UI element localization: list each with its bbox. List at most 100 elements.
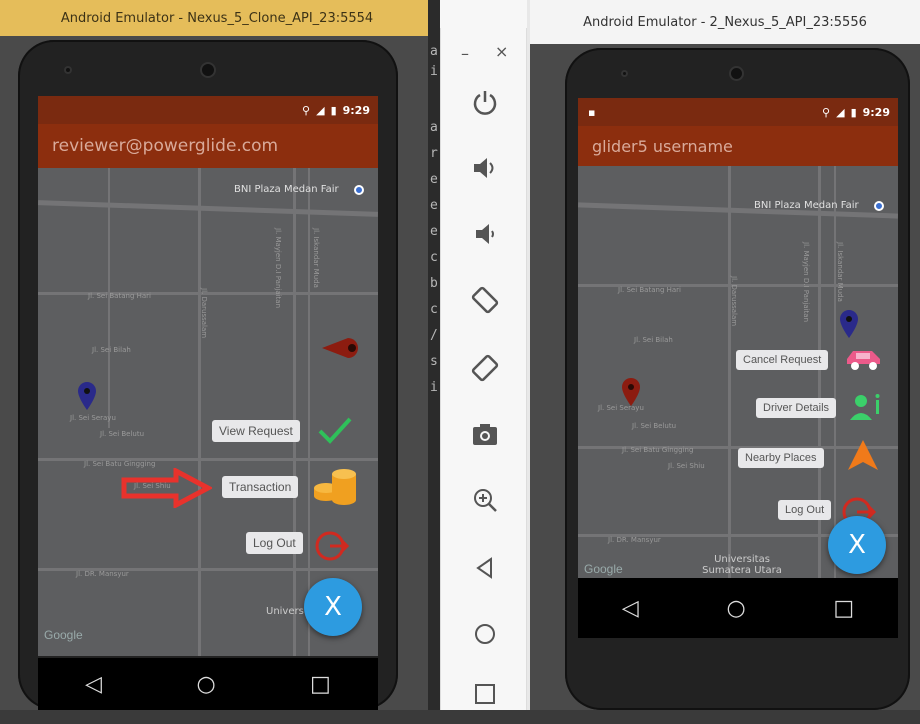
status-bar: ▪ ⚲ ◢ ▮ 9:29 xyxy=(578,98,898,126)
front-camera xyxy=(200,62,216,78)
code-char: r xyxy=(430,146,438,161)
red-arrow-annotation xyxy=(121,468,212,508)
close-fab-button[interactable]: X xyxy=(304,578,362,636)
rotate-right-button[interactable] xyxy=(441,338,528,398)
overview-icon[interactable]: □ xyxy=(310,672,331,697)
nearby-places-button[interactable]: Nearby Places xyxy=(738,448,824,468)
code-char: a xyxy=(430,120,438,135)
check-icon xyxy=(318,417,352,444)
overview-button[interactable] xyxy=(441,664,528,724)
poi-label: BNI Plaza Medan Fair xyxy=(234,184,339,195)
red-pin-icon[interactable] xyxy=(622,378,640,406)
cancel-request-button[interactable]: Cancel Request xyxy=(736,350,829,370)
map-label: Jl. DR. Mansyur xyxy=(76,570,129,578)
back-icon[interactable]: ◁ xyxy=(622,596,639,621)
blue-pin-icon[interactable] xyxy=(840,310,858,338)
overview-icon[interactable]: □ xyxy=(833,596,854,621)
device-screen-1[interactable]: ⚲ ◢ ▮ 9:29 reviewer@powerglide.com BNI P… xyxy=(38,96,378,656)
map-label: Jl. Mayjen D.I Panjaitan xyxy=(274,228,282,309)
signal-icon: ◢ xyxy=(316,103,325,117)
phone-frame-1: ⚲ ◢ ▮ 9:29 reviewer@powerglide.com BNI P… xyxy=(18,40,398,710)
camera-icon xyxy=(472,424,497,445)
volume-down-button[interactable] xyxy=(441,204,528,264)
blue-pin-icon[interactable] xyxy=(78,382,96,410)
poi-marker-icon[interactable] xyxy=(874,201,884,211)
zoom-button[interactable] xyxy=(441,470,528,530)
back-button[interactable] xyxy=(441,538,528,598)
map-label: Jl. Sei Batu Gingging xyxy=(622,446,694,454)
code-char: i xyxy=(430,64,438,79)
screenshot-button[interactable] xyxy=(441,404,528,464)
home-icon xyxy=(474,624,495,644)
overview-icon xyxy=(474,684,495,704)
map-marker-icon[interactable] xyxy=(322,336,364,360)
map-label: Jl. Sei Batu Gingging xyxy=(84,460,156,468)
map-label: Jl. Sei Shiu xyxy=(668,462,705,470)
code-char: / xyxy=(430,328,438,343)
code-char: e xyxy=(430,172,438,187)
toolbar-top xyxy=(440,0,527,30)
coins-icon xyxy=(314,469,356,505)
minimize-button[interactable]: – xyxy=(461,44,469,63)
person-info-icon xyxy=(850,394,880,420)
map-label: Jl. Sei Bilah xyxy=(92,346,131,354)
home-icon[interactable]: ○ xyxy=(726,596,745,621)
rotate-left-button[interactable] xyxy=(441,270,528,330)
map-label: Jl. Sei Belutu xyxy=(632,422,677,430)
zoom-icon xyxy=(473,489,497,512)
battery-icon: ▮ xyxy=(850,105,857,119)
code-char: c xyxy=(430,250,438,265)
nav-bar: ◁ ○ □ xyxy=(578,578,898,638)
back-icon xyxy=(475,557,492,579)
poi-marker-icon[interactable] xyxy=(354,185,364,195)
log-out-button[interactable]: Log Out xyxy=(778,500,832,520)
volume-up-button[interactable] xyxy=(441,138,528,198)
close-fab-button[interactable]: X xyxy=(828,516,886,574)
location-icon: ⚲ xyxy=(302,103,311,117)
view-request-button[interactable]: View Request xyxy=(212,420,300,442)
app-bar-title: glider5 username xyxy=(578,126,898,166)
map-label: Universitas Sumatera Utara xyxy=(702,554,782,576)
map-label: Jl. Darussalam xyxy=(200,288,208,339)
map-label: Jl. Mayjen D.I Panjaitan xyxy=(802,242,810,323)
map-label: Jl. Sei Batang Hari xyxy=(618,286,681,294)
power-icon xyxy=(473,91,496,115)
map-label: Jl. DR. Mansyur xyxy=(608,536,661,544)
map-label: Jl. Iskandar Muda xyxy=(312,228,320,288)
driver-details-button[interactable]: Driver Details xyxy=(756,398,837,418)
rotate-right-icon xyxy=(471,354,498,382)
status-time: 9:29 xyxy=(342,103,370,117)
rotate-left-icon xyxy=(471,286,498,314)
map-view[interactable]: BNI Plaza Medan Fair Jl. Sei Batang Hari… xyxy=(38,168,378,656)
home-icon[interactable]: ○ xyxy=(196,672,215,697)
device-screen-2[interactable]: ▪ ⚲ ◢ ▮ 9:29 glider5 username BNI Plaza … xyxy=(578,98,898,638)
power-button[interactable] xyxy=(441,72,528,132)
transaction-button[interactable]: Transaction xyxy=(222,476,299,498)
map-view[interactable]: BNI Plaza Medan Fair Jl. Sei Batang Hari… xyxy=(578,166,898,578)
log-out-button[interactable]: Log Out xyxy=(246,532,303,554)
map-label: Jl. Iskandar Muda xyxy=(836,242,844,302)
home-button[interactable] xyxy=(441,604,528,664)
map-label: Jl. Sei Batang Hari xyxy=(88,292,151,300)
close-button[interactable]: × xyxy=(495,42,508,61)
emulator-window-2: Android Emulator - 2_Nexus_5_API_23:5556… xyxy=(530,0,920,710)
front-camera xyxy=(729,66,744,81)
code-char: b xyxy=(430,276,438,291)
back-icon[interactable]: ◁ xyxy=(85,672,102,697)
google-logo: Google xyxy=(44,628,83,642)
logout-icon xyxy=(315,531,349,561)
window-title-1: Android Emulator - Nexus_5_Clone_API_23:… xyxy=(0,0,434,36)
phone-frame-2: ▪ ⚲ ◢ ▮ 9:29 glider5 username BNI Plaza … xyxy=(565,48,910,710)
location-icon: ⚲ xyxy=(822,105,831,119)
status-bar: ⚲ ◢ ▮ 9:29 xyxy=(38,96,378,124)
status-time: 9:29 xyxy=(862,105,890,119)
code-char: a xyxy=(430,44,438,59)
map-label: Jl. Darussalam xyxy=(730,276,738,327)
volume-down-icon xyxy=(475,224,494,244)
volume-up-icon xyxy=(473,158,493,178)
car-icon xyxy=(847,351,880,370)
emulator-toolbar: – × xyxy=(440,28,527,710)
map-label: Jl. Sei Serayu xyxy=(70,414,116,422)
code-char: e xyxy=(430,224,438,239)
app-bar-title: reviewer@powerglide.com xyxy=(38,124,378,168)
